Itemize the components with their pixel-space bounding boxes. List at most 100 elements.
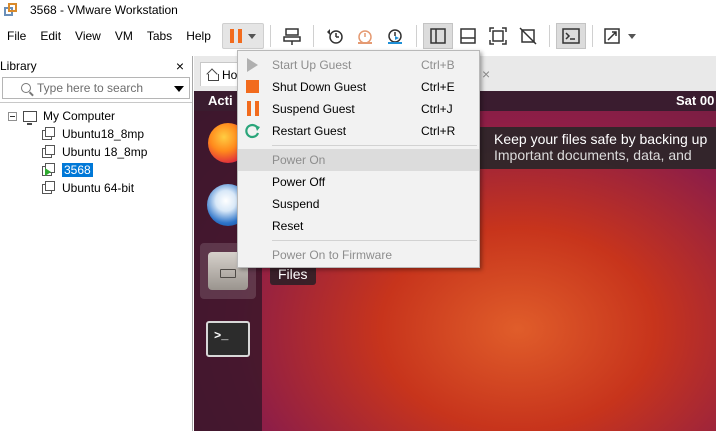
library-panel: Library × My Computer Ubuntu18_8mp Ubunt… (0, 56, 193, 431)
revert-clock-icon (357, 30, 372, 44)
menu-toolbar: File Edit View VM Tabs Help (0, 20, 716, 52)
vm-label: Ubuntu 18_8mp (62, 145, 148, 159)
library-divider (0, 102, 192, 103)
manager-clock-icon (387, 29, 402, 44)
menu-suspend-guest[interactable]: Suspend Guest Ctrl+J (238, 98, 479, 120)
notification-body: Important documents, data, and (494, 147, 692, 163)
network-send-icon (283, 28, 301, 45)
toolbar-divider (312, 25, 314, 47)
menu-separator (272, 145, 477, 146)
menu-item-label: Power On to Firmware (272, 248, 393, 262)
menu-suspend[interactable]: Suspend (238, 193, 479, 215)
fullscreen-icon (489, 27, 507, 45)
console-icon (562, 28, 580, 44)
vm-running-icon (42, 163, 56, 177)
toolbar-divider (269, 25, 271, 47)
menu-power-on-to-firmware[interactable]: Power On to Firmware (238, 244, 479, 266)
menu-power-off[interactable]: Power Off (238, 171, 479, 193)
chevron-down-icon (247, 33, 256, 39)
stop-icon (244, 78, 262, 96)
take-snapshot-button[interactable] (320, 23, 350, 49)
menu-item-shortcut: Ctrl+J (421, 102, 453, 116)
home-icon (207, 69, 219, 81)
menu-item-label: Reset (272, 219, 304, 233)
library-title: Library (0, 59, 37, 73)
menu-item-label: Shut Down Guest (272, 80, 367, 94)
collapse-icon[interactable] (8, 111, 17, 121)
terminal-launcher[interactable]: >_ (200, 311, 256, 367)
menu-view[interactable]: View (68, 24, 108, 48)
menu-item-label: Restart Guest (272, 124, 347, 138)
menu-power-on[interactable]: Power On (238, 149, 479, 171)
snapshot-manager-button[interactable] (380, 23, 410, 49)
home-tab-label: Ho (222, 67, 238, 82)
close-library-icon[interactable]: × (174, 58, 186, 74)
show-library-button[interactable] (422, 23, 453, 49)
close-tab-icon[interactable]: × (482, 66, 490, 82)
backup-notification[interactable]: Keep your files safe by backing up Impor… (472, 127, 716, 169)
menu-item-label: Start Up Guest (272, 58, 352, 72)
vm-label: 3568 (62, 163, 93, 177)
console-view-button[interactable] (555, 23, 586, 49)
menu-start-up-guest[interactable]: Start Up Guest Ctrl+B (238, 54, 479, 76)
toolbar-divider (415, 25, 417, 47)
menu-restart-guest[interactable]: Restart Guest Ctrl+R (238, 120, 479, 142)
menu-item-label: Suspend (272, 197, 320, 211)
unity-mode-button[interactable] (513, 23, 543, 49)
menu-item-shortcut: Ctrl+E (421, 80, 455, 94)
power-dropdown-menu: Start Up Guest Ctrl+B Shut Down Guest Ct… (237, 50, 480, 268)
search-icon (21, 83, 31, 93)
tree-vm-item-selected[interactable]: 3568 (0, 161, 192, 179)
unity-icon (519, 27, 537, 45)
tree-vm-item[interactable]: Ubuntu 64-bit (0, 179, 192, 197)
tree-root-label: My Computer (43, 109, 116, 123)
library-search-box[interactable] (2, 77, 190, 99)
tree-vm-item[interactable]: Ubuntu 18_8mp (0, 143, 192, 161)
title-bar: 3568 - VMware Workstation (0, 0, 716, 20)
guest-clock[interactable]: Sat 00 (676, 91, 714, 111)
toolbar-divider (548, 25, 550, 47)
menu-tabs[interactable]: Tabs (140, 24, 179, 48)
tree-root-my-computer[interactable]: My Computer (0, 107, 192, 125)
thumbnail-layout-icon (460, 28, 476, 44)
library-layout-icon (430, 28, 446, 44)
vm-label: Ubuntu18_8mp (62, 127, 145, 141)
menu-item-shortcut: Ctrl+B (421, 58, 455, 72)
full-screen-button[interactable] (483, 23, 513, 49)
toolbar-divider (591, 25, 593, 47)
menu-edit[interactable]: Edit (33, 24, 68, 48)
send-ctrl-alt-del-button[interactable] (277, 23, 307, 49)
notification-title: Keep your files safe by backing up (494, 131, 708, 147)
tree-vm-item[interactable]: Ubuntu18_8mp (0, 125, 192, 143)
menu-item-label: Power On (272, 153, 326, 167)
pause-icon (244, 100, 262, 118)
library-search-input[interactable] (37, 81, 167, 95)
menu-vm[interactable]: VM (108, 24, 140, 48)
menu-reset[interactable]: Reset (238, 215, 479, 237)
menu-item-label: Power Off (272, 175, 326, 189)
revert-snapshot-button[interactable] (350, 23, 380, 49)
menu-file[interactable]: File (0, 24, 33, 48)
show-thumbnail-bar-button[interactable] (453, 23, 483, 49)
menu-shut-down-guest[interactable]: Shut Down Guest Ctrl+E (238, 76, 479, 98)
menu-help[interactable]: Help (179, 24, 218, 48)
stretch-guest-dropdown-button[interactable] (599, 23, 639, 49)
vm-icon (42, 181, 56, 195)
vm-icon (42, 145, 56, 159)
computer-icon (23, 110, 37, 125)
terminal-icon: >_ (206, 321, 250, 357)
vm-tree: My Computer Ubuntu18_8mp Ubuntu 18_8mp 3… (0, 107, 192, 197)
play-icon (244, 56, 262, 74)
window-title: 3568 - VMware Workstation (30, 3, 178, 17)
search-dropdown-icon[interactable] (174, 86, 184, 92)
activities-button[interactable]: Acti (208, 91, 233, 111)
stretch-icon (604, 28, 620, 44)
menu-item-shortcut: Ctrl+R (421, 124, 456, 138)
chevron-down-icon (627, 33, 636, 39)
menu-separator (272, 240, 477, 241)
power-pause-dropdown-button[interactable] (221, 23, 264, 49)
vmware-logo-icon (4, 3, 18, 17)
snapshot-clock-icon (326, 29, 343, 44)
vm-icon (42, 127, 56, 141)
menu-item-label: Suspend Guest (272, 102, 355, 116)
